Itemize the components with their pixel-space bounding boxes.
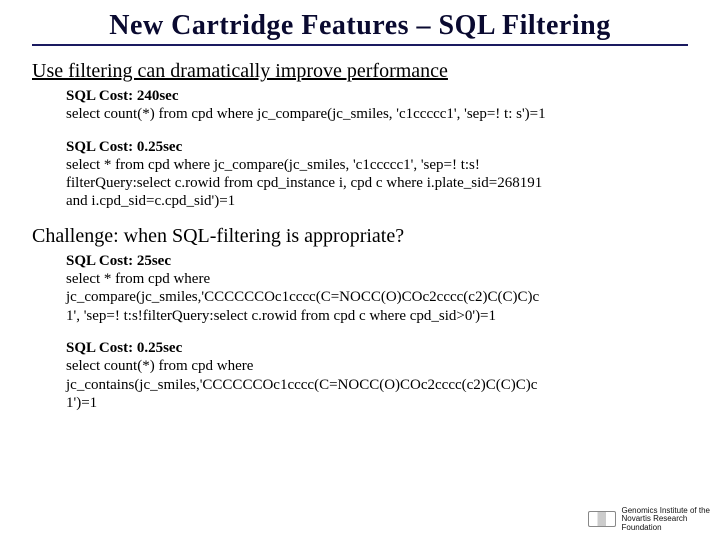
code-block-3: SQL Cost: 25sec select * from cpd where … — [66, 252, 688, 325]
title-rule: New Cartridge Features – SQL Filtering — [32, 10, 688, 46]
sql-line: select count(*) from cpd where — [66, 357, 688, 375]
gnf-logo-icon — [588, 511, 616, 527]
sql-cost-4: SQL Cost: 0.25sec — [66, 339, 688, 357]
footer-line: Foundation — [622, 524, 711, 532]
footer-text: Genomics Institute of the Novartis Resea… — [622, 507, 711, 532]
sql-line: filterQuery:select c.rowid from cpd_inst… — [66, 174, 688, 192]
code-block-1: SQL Cost: 240sec select count(*) from cp… — [66, 87, 688, 124]
sql-line: and i.cpd_sid=c.cpd_sid')=1 — [66, 192, 688, 210]
sql-line: 1')=1 — [66, 394, 688, 412]
sql-line: 1', 'sep=! t:s!filterQuery:select c.rowi… — [66, 307, 688, 325]
sql-cost-2: SQL Cost: 0.25sec — [66, 138, 688, 156]
sql-line: jc_compare(jc_smiles,'CCCCCCOc1cccc(C=NO… — [66, 288, 688, 306]
sql-line: select * from cpd where — [66, 270, 688, 288]
section-heading-1: Use filtering can dramatically improve p… — [32, 60, 688, 83]
slide: New Cartridge Features – SQL Filtering U… — [0, 0, 720, 412]
sql-cost-3: SQL Cost: 25sec — [66, 252, 688, 270]
sql-line: select * from cpd where jc_compare(jc_sm… — [66, 156, 688, 174]
footer: Genomics Institute of the Novartis Resea… — [588, 507, 711, 532]
slide-title: New Cartridge Features – SQL Filtering — [32, 10, 688, 42]
sql-line: select count(*) from cpd where jc_compar… — [66, 105, 688, 123]
sql-line: jc_contains(jc_smiles,'CCCCCCOc1cccc(C=N… — [66, 376, 688, 394]
code-block-4: SQL Cost: 0.25sec select count(*) from c… — [66, 339, 688, 412]
section-heading-2: Challenge: when SQL-filtering is appropr… — [32, 225, 688, 248]
code-block-2: SQL Cost: 0.25sec select * from cpd wher… — [66, 138, 688, 211]
sql-cost-1: SQL Cost: 240sec — [66, 87, 688, 105]
